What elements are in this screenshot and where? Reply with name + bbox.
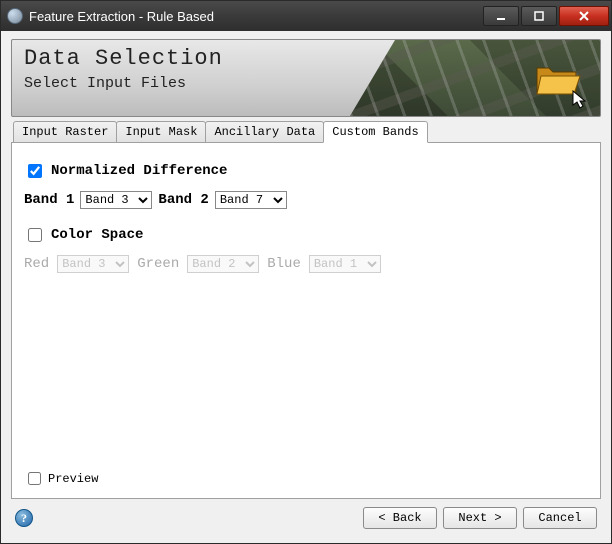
color-space-row: Color Space <box>24 225 588 245</box>
close-button[interactable] <box>559 6 609 26</box>
cancel-button[interactable]: Cancel <box>523 507 597 529</box>
red-label: Red <box>24 256 49 272</box>
window-title: Feature Extraction - Rule Based <box>29 9 483 24</box>
rgb-row: Red Band 3 Green Band 2 Blue Band 1 <box>24 255 588 273</box>
help-icon[interactable]: ? <box>15 509 33 527</box>
tab-ancillary-data[interactable]: Ancillary Data <box>205 121 324 143</box>
back-button[interactable]: < Back <box>363 507 437 529</box>
minimize-button[interactable] <box>483 6 519 26</box>
close-icon <box>578 10 590 22</box>
normalized-diff-label: Normalized Difference <box>51 163 227 179</box>
normalized-diff-checkbox[interactable] <box>28 164 42 178</box>
normalized-diff-row: Normalized Difference <box>24 161 588 181</box>
color-space-checkbox[interactable] <box>28 228 42 242</box>
next-button[interactable]: Next > <box>443 507 517 529</box>
wizard-header: Data Selection Select Input Files <box>11 39 601 117</box>
header-image <box>350 40 600 116</box>
page-title: Data Selection <box>24 46 338 71</box>
window-controls <box>483 6 609 26</box>
tab-row: Input Raster Input Mask Ancillary Data C… <box>11 121 601 143</box>
minimize-icon <box>495 10 507 22</box>
wizard-footer: ? < Back Next > Cancel <box>11 499 601 533</box>
tab-input-raster[interactable]: Input Raster <box>13 121 117 143</box>
band1-select[interactable]: Band 3 <box>80 191 152 209</box>
header-text: Data Selection Select Input Files <box>12 40 350 116</box>
app-window: Feature Extraction - Rule Based Data Sel… <box>0 0 612 544</box>
band1-label: Band 1 <box>24 192 74 208</box>
titlebar: Feature Extraction - Rule Based <box>1 1 611 31</box>
preview-checkbox[interactable] <box>28 472 41 485</box>
page-subtitle: Select Input Files <box>24 75 338 92</box>
green-select: Band 2 <box>187 255 259 273</box>
cursor-icon <box>572 90 588 110</box>
preview-label: Preview <box>48 472 98 486</box>
red-select: Band 3 <box>57 255 129 273</box>
band2-select[interactable]: Band 7 <box>215 191 287 209</box>
maximize-button[interactable] <box>521 6 557 26</box>
tab-container: Input Raster Input Mask Ancillary Data C… <box>11 121 601 499</box>
blue-select: Band 1 <box>309 255 381 273</box>
client-area: Data Selection Select Input Files Input … <box>1 31 611 543</box>
preview-row: Preview <box>24 469 98 488</box>
maximize-icon <box>533 10 545 22</box>
green-label: Green <box>137 256 179 272</box>
color-space-label: Color Space <box>51 227 143 243</box>
band2-label: Band 2 <box>158 192 208 208</box>
tab-input-mask[interactable]: Input Mask <box>116 121 206 143</box>
tab-custom-bands[interactable]: Custom Bands <box>323 121 427 143</box>
blue-label: Blue <box>267 256 301 272</box>
band-select-row: Band 1 Band 3 Band 2 Band 7 <box>24 191 588 209</box>
tab-panel-custom-bands: Normalized Difference Band 1 Band 3 Band… <box>11 142 601 499</box>
app-icon <box>7 8 23 24</box>
